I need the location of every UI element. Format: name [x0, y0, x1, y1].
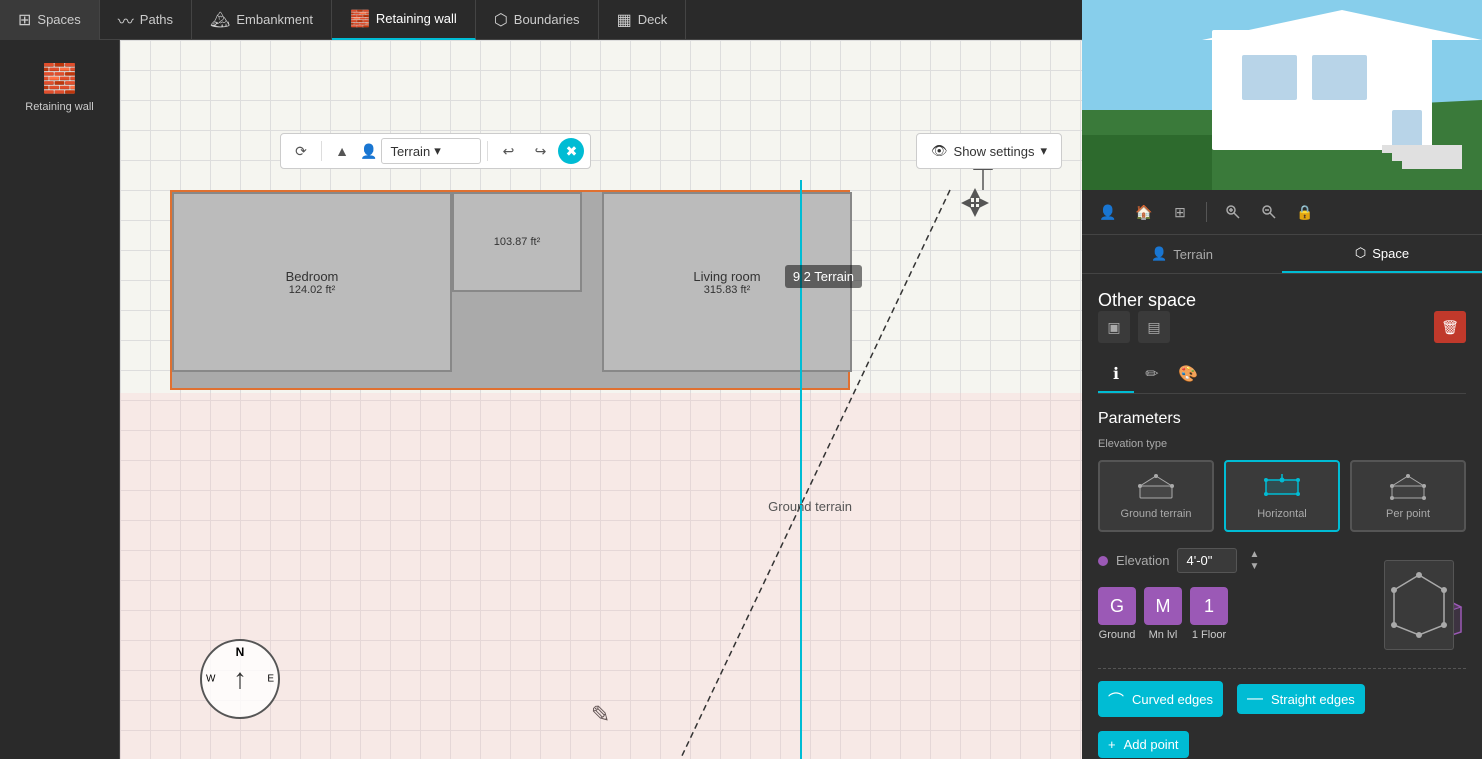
space-shape-preview: [1384, 560, 1454, 650]
retaining-wall-sidebar-icon: 🧱: [42, 62, 77, 95]
horizontal-icon: [1262, 472, 1302, 502]
compass: N E W ↑: [200, 639, 280, 719]
divider: [1098, 668, 1466, 669]
zoom-in-icon[interactable]: [1219, 198, 1247, 226]
ground-floor-icon: G: [1098, 587, 1136, 625]
mn-lvl-icon: M: [1144, 587, 1182, 625]
boundaries-icon: ⬡: [494, 10, 508, 30]
compass-arrow: ↑: [233, 663, 247, 695]
add-point-button[interactable]: + Add point: [1098, 731, 1189, 758]
elevation-arrows[interactable]: ▲ ▼: [1249, 549, 1259, 573]
add-point-icon: +: [1108, 737, 1116, 752]
preview-svg: [1082, 0, 1482, 190]
3d-preview: [1082, 0, 1482, 190]
dropdown-icon: ▾: [434, 143, 441, 159]
straight-edges-button[interactable]: — Straight edges: [1237, 684, 1365, 714]
section-title: Other space: [1098, 290, 1196, 310]
room-bedroom: Bedroom 124.02 ft²: [172, 192, 452, 372]
tab-embankment[interactable]: 🏔 Embankment: [192, 0, 332, 40]
spaces-icon: ⊞: [18, 10, 31, 30]
tab-spaces[interactable]: ⊞ Spaces: [0, 0, 100, 40]
1-floor-icon: 1: [1190, 587, 1228, 625]
sub-tab-color[interactable]: 🎨: [1170, 357, 1206, 393]
compass-west: W: [206, 674, 215, 685]
ground-terrain-label: Ground terrain: [768, 499, 852, 514]
tab-terrain[interactable]: 👤 Terrain: [1082, 235, 1282, 273]
curved-edges-button[interactable]: ⌒ Curved edges: [1098, 681, 1223, 717]
show-settings-button[interactable]: 👁 Show settings ▾: [916, 133, 1062, 169]
up-arrow-button[interactable]: ▲: [328, 137, 356, 165]
sub-tab-style[interactable]: ✏: [1134, 357, 1170, 393]
undo-button[interactable]: ↩: [494, 137, 522, 165]
icon-divider: [1206, 202, 1207, 222]
redo-button[interactable]: ↪: [526, 137, 554, 165]
panel-icons-row: 👤 🏠 ⊞ 🔒: [1082, 190, 1482, 235]
room-other: 103.87 ft²: [452, 192, 582, 292]
action-icon-2[interactable]: ▤: [1138, 311, 1170, 343]
elevation-up-arrow[interactable]: ▲: [1249, 549, 1259, 561]
elevation-type-label: Elevation type: [1098, 438, 1466, 450]
panel-content: Other space ▣ ▤ 🗑: [1082, 274, 1482, 759]
elevation-dot: [1098, 556, 1108, 566]
toolbar: ⟳ ▲ 👤 Terrain ▾ ↩ ↪ ✖: [280, 133, 591, 169]
elev-type-per-point[interactable]: Per point: [1350, 460, 1466, 532]
person-panel-icon[interactable]: 👤: [1094, 198, 1122, 226]
space-tab-icon: ⬡: [1355, 245, 1366, 261]
curved-edge-icon: ⌒: [1108, 687, 1124, 711]
sub-tab-info[interactable]: ℹ: [1098, 357, 1134, 393]
top-navigation: ⊞ Spaces 〰 Paths 🏔 Embankment 🧱 Retainin…: [0, 0, 1082, 40]
tab-space[interactable]: ⬡ Space: [1282, 235, 1482, 273]
eye-icon: 👁: [931, 143, 948, 159]
home-panel-icon[interactable]: 🏠: [1130, 198, 1158, 226]
floor-btn-ground[interactable]: G Ground: [1098, 587, 1136, 641]
zoom-out-icon[interactable]: [1255, 198, 1283, 226]
paths-icon: 〰: [118, 8, 134, 32]
params-title: Parameters: [1098, 410, 1466, 428]
sub-tabs: ℹ ✏ 🎨: [1098, 357, 1466, 394]
action-row: ▣ ▤ 🗑: [1098, 311, 1466, 343]
elevation-value[interactable]: 4'-0": [1177, 548, 1237, 573]
grid-panel-icon[interactable]: ⊞: [1166, 198, 1194, 226]
space-polygon-svg: [1389, 570, 1449, 640]
tab-paths[interactable]: 〰 Paths: [100, 0, 192, 40]
left-sidebar: 🧱 Retaining wall: [0, 40, 120, 759]
terrain-numbers-label: 9 2 Terrain: [785, 265, 862, 288]
refresh-button[interactable]: ⟳: [287, 137, 315, 165]
tab-deck[interactable]: ▦ Deck: [599, 0, 687, 40]
canvas-area[interactable]: Bedroom 124.02 ft² 103.87 ft² Living roo…: [120, 40, 1082, 759]
lock-panel-icon[interactable]: 🔒: [1291, 198, 1319, 226]
right-panel: 👤 🏠 ⊞ 🔒 👤 Terrain ⬡: [1082, 0, 1482, 759]
edge-buttons-row: ⌒ Curved edges — Straight edges: [1098, 681, 1466, 717]
per-point-icon: [1388, 472, 1428, 502]
straight-edge-icon: —: [1247, 690, 1263, 708]
action-icon-1[interactable]: ▣: [1098, 311, 1130, 343]
panel-tabs: 👤 Terrain ⬡ Space: [1082, 235, 1482, 274]
person-icon: 👤: [360, 143, 377, 160]
ground-terrain-icon: [1136, 472, 1176, 502]
floor-btn-mn-lvl[interactable]: M Mn lvl: [1144, 587, 1182, 641]
embankment-icon: 🏔: [210, 10, 230, 30]
terrain-tab-icon: 👤: [1151, 246, 1167, 262]
tab-boundaries[interactable]: ⬡ Boundaries: [476, 0, 599, 40]
sidebar-item-retaining-wall[interactable]: 🧱 Retaining wall: [0, 50, 119, 125]
settings-dropdown-icon: ▾: [1040, 143, 1047, 159]
tab-retaining-wall[interactable]: 🧱 Retaining wall: [332, 0, 476, 40]
floor-plan: Bedroom 124.02 ft² 103.87 ft² Living roo…: [170, 190, 850, 390]
floor-btn-1-floor[interactable]: 1 1 Floor: [1190, 587, 1228, 641]
compass-north: N: [236, 645, 245, 659]
elev-type-horizontal[interactable]: Horizontal: [1224, 460, 1340, 532]
retaining-wall-icon: 🧱: [350, 9, 370, 29]
deck-icon: ▦: [617, 10, 632, 30]
clear-button[interactable]: ✖: [558, 138, 584, 164]
elevation-down-arrow[interactable]: ▼: [1249, 561, 1259, 573]
delete-button[interactable]: 🗑: [1434, 311, 1466, 343]
elev-type-ground-terrain[interactable]: Ground terrain: [1098, 460, 1214, 532]
elevation-type-row: Ground terrain Horizontal: [1098, 460, 1466, 532]
terrain-select[interactable]: Terrain ▾: [381, 138, 481, 164]
compass-east: E: [267, 674, 274, 685]
